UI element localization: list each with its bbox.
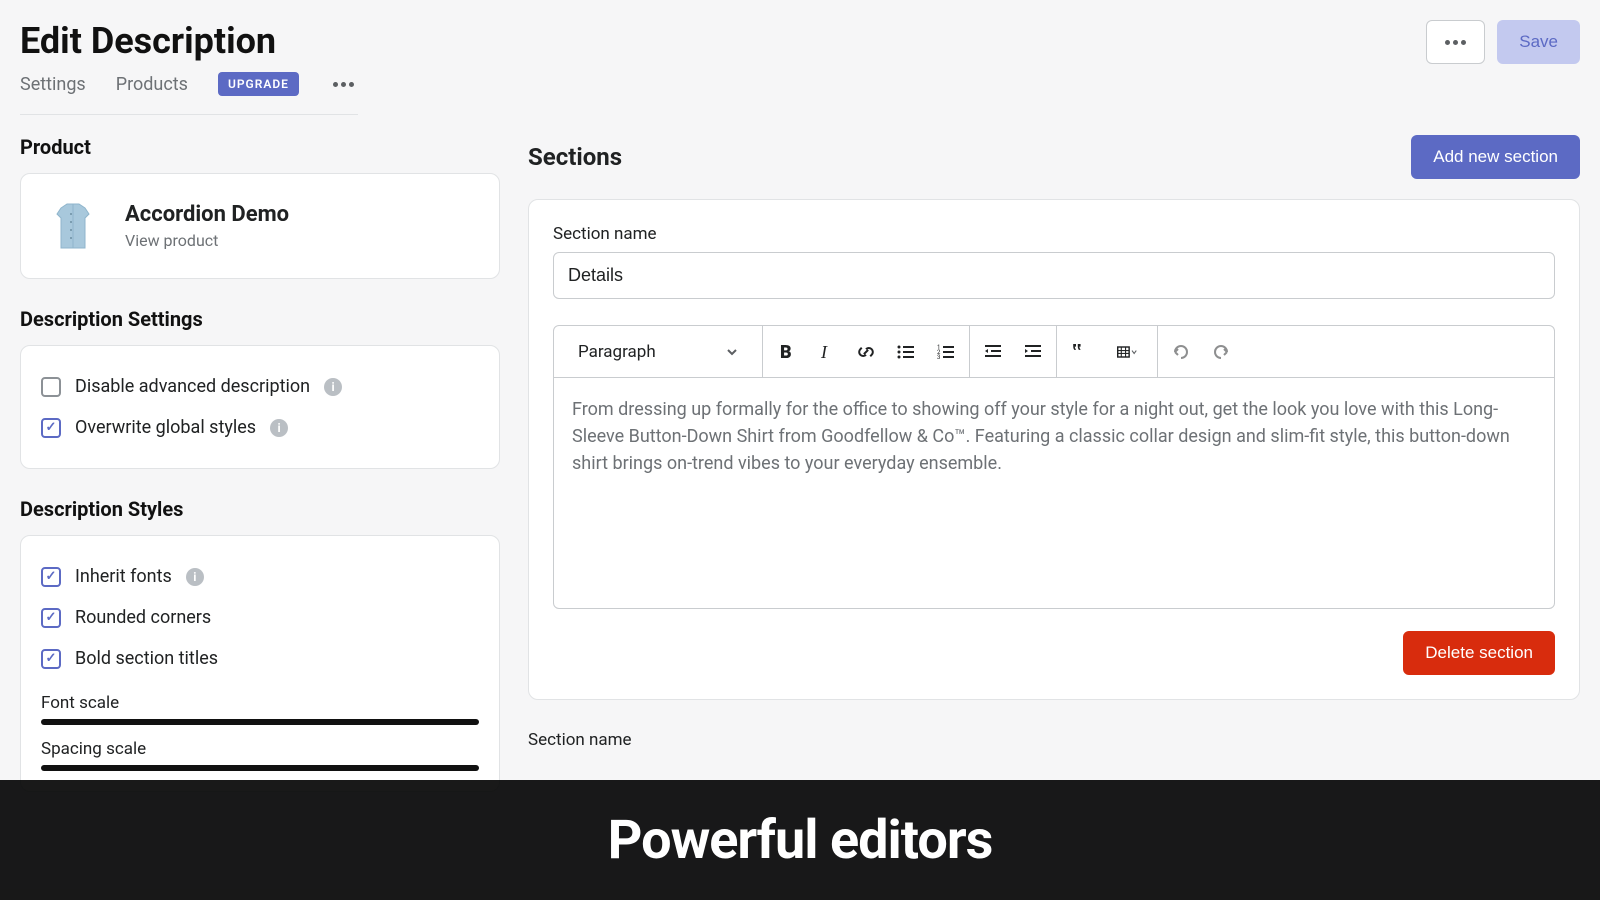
table-icon[interactable] <box>1107 339 1147 365</box>
product-thumbnail <box>41 194 105 258</box>
checkbox[interactable] <box>41 649 61 669</box>
style-rounded-corners[interactable]: Rounded corners <box>41 597 479 638</box>
product-heading: Product <box>20 135 500 159</box>
product-card[interactable]: Accordion Demo View product <box>20 173 500 279</box>
dots-icon <box>1441 36 1470 49</box>
spacing-scale-label: Spacing scale <box>41 739 479 759</box>
page-title: Edit Description <box>20 20 358 62</box>
banner-text: Powerful editors <box>608 809 993 872</box>
info-icon[interactable]: i <box>186 568 204 586</box>
bold-icon[interactable]: B <box>773 339 799 365</box>
checkbox-label: Inherit fonts <box>75 566 172 587</box>
chevron-down-icon <box>726 346 738 358</box>
save-button[interactable]: Save <box>1497 20 1580 64</box>
spacing-scale-slider[interactable] <box>41 765 479 771</box>
setting-overwrite-styles[interactable]: Overwrite global styles i <box>41 407 479 448</box>
promo-banner: Powerful editors <box>0 780 1600 900</box>
checkbox-label: Rounded corners <box>75 607 211 628</box>
setting-disable-advanced[interactable]: Disable advanced description i <box>41 366 479 407</box>
font-scale-slider[interactable] <box>41 719 479 725</box>
more-icon[interactable] <box>329 78 358 91</box>
indent-icon[interactable] <box>1020 339 1046 365</box>
rich-text-editor: Paragraph B I 123 <box>553 325 1555 609</box>
section-name-input[interactable] <box>553 252 1555 299</box>
number-list-icon[interactable]: 123 <box>933 339 959 365</box>
outdent-icon[interactable] <box>980 339 1006 365</box>
sections-heading: Sections <box>528 143 622 171</box>
checkbox[interactable] <box>41 418 61 438</box>
svg-text:B: B <box>780 342 792 362</box>
bullet-list-icon[interactable] <box>893 339 919 365</box>
section-name-label-2: Section name <box>528 730 1580 750</box>
checkbox[interactable] <box>41 377 61 397</box>
tab-settings[interactable]: Settings <box>20 74 86 95</box>
svg-text:3: 3 <box>937 354 940 361</box>
desc-settings-heading: Description Settings <box>20 307 500 331</box>
checkbox-label: Bold section titles <box>75 648 218 669</box>
italic-icon[interactable]: I <box>813 339 839 365</box>
view-product-link[interactable]: View product <box>125 231 289 250</box>
delete-section-button[interactable]: Delete section <box>1403 631 1555 675</box>
info-icon[interactable]: i <box>324 378 342 396</box>
desc-styles-heading: Description Styles <box>20 497 500 521</box>
style-bold-titles[interactable]: Bold section titles <box>41 638 479 679</box>
svg-text:I: I <box>820 342 828 362</box>
checkbox-label: Overwrite global styles <box>75 417 256 438</box>
font-scale-label: Font scale <box>41 693 479 713</box>
undo-icon[interactable] <box>1168 339 1194 365</box>
checkbox[interactable] <box>41 567 61 587</box>
style-inherit-fonts[interactable]: Inherit fonts i <box>41 556 479 597</box>
product-title: Accordion Demo <box>125 202 289 227</box>
format-select[interactable]: Paragraph <box>564 326 752 377</box>
tab-products[interactable]: Products <box>116 74 188 95</box>
quote-icon[interactable]: ‟ <box>1067 339 1093 365</box>
checkbox[interactable] <box>41 608 61 628</box>
svg-text:‟: ‟ <box>1072 342 1082 362</box>
editor-toolbar: Paragraph B I 123 <box>554 326 1554 378</box>
section-name-label: Section name <box>553 224 1555 244</box>
header-more-button[interactable] <box>1426 20 1485 64</box>
redo-icon[interactable] <box>1208 339 1234 365</box>
add-new-section-button[interactable]: Add new section <box>1411 135 1580 179</box>
editor-body[interactable]: From dressing up formally for the office… <box>554 378 1554 608</box>
link-icon[interactable] <box>853 339 879 365</box>
checkbox-label: Disable advanced description <box>75 376 310 397</box>
info-icon[interactable]: i <box>270 419 288 437</box>
section-card: Section name Paragraph B I <box>528 199 1580 700</box>
upgrade-badge[interactable]: UPGRADE <box>218 72 299 96</box>
